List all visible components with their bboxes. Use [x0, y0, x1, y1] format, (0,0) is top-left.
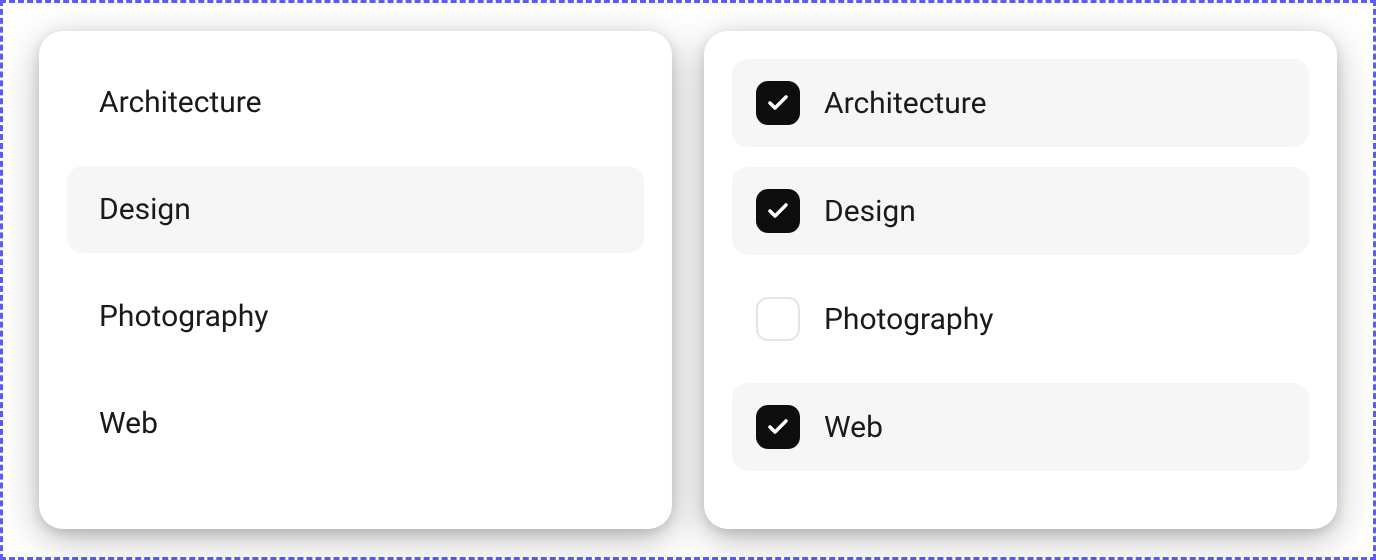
list-item-label: Design — [99, 192, 191, 227]
checkbox-item-photography[interactable]: Photography — [732, 275, 1309, 363]
list-item-architecture[interactable]: Architecture — [67, 59, 644, 146]
list-item-design[interactable]: Design — [67, 166, 644, 253]
checkbox-checked-icon — [756, 81, 800, 125]
list-item-web[interactable]: Web — [67, 380, 644, 467]
checkbox-list-card: Architecture Design Photography Web — [704, 31, 1337, 529]
list-item-photography[interactable]: Photography — [67, 273, 644, 360]
checkbox-item-label: Web — [824, 410, 883, 445]
list-item-label: Web — [99, 406, 158, 441]
checkbox-item-label: Architecture — [824, 86, 987, 121]
simple-list-card: Architecture Design Photography Web — [39, 31, 672, 529]
checkbox-item-label: Photography — [824, 302, 994, 337]
checkbox-item-design[interactable]: Design — [732, 167, 1309, 255]
checkbox-checked-icon — [756, 189, 800, 233]
list-item-label: Architecture — [99, 85, 262, 120]
main-container: Architecture Design Photography Web Arch… — [3, 3, 1373, 557]
checkbox-item-web[interactable]: Web — [732, 383, 1309, 471]
checkbox-item-architecture[interactable]: Architecture — [732, 59, 1309, 147]
list-item-label: Photography — [99, 299, 269, 334]
checkbox-unchecked-icon — [756, 297, 800, 341]
checkbox-checked-icon — [756, 405, 800, 449]
checkbox-item-label: Design — [824, 194, 916, 229]
